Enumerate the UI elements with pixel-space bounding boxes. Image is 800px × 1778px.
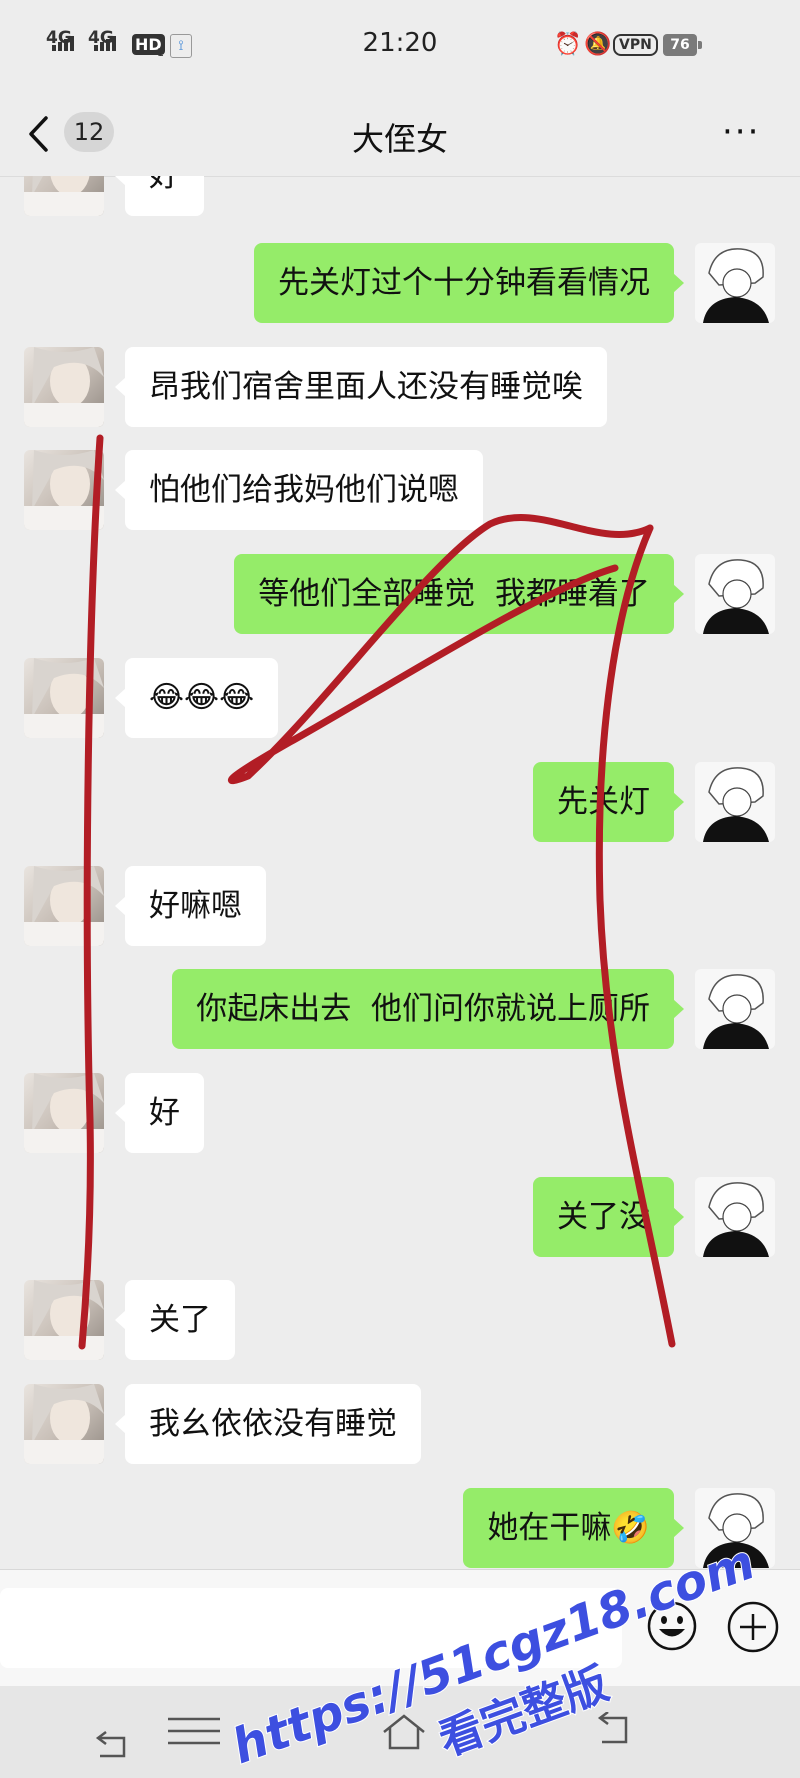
home-icon[interactable] <box>380 1712 428 1752</box>
user-avatar[interactable] <box>695 762 775 842</box>
back-nav-icon[interactable] <box>592 1712 632 1748</box>
user-avatar[interactable] <box>695 554 775 634</box>
contact-avatar[interactable] <box>24 1384 104 1464</box>
message-list[interactable]: 好 先关灯过个十分钟看看情况 昂我们宿舍里面人还没有睡觉唉 怕他们给我妈他们说嗯… <box>0 176 800 1569</box>
input-bar <box>0 1569 800 1687</box>
message-bubble[interactable]: 关了没 <box>533 1177 684 1257</box>
message-bubble[interactable]: 我幺依依没有睡觉 <box>115 1384 421 1464</box>
user-avatar[interactable] <box>695 969 775 1049</box>
message-bubble[interactable]: 好嘛嗯 <box>115 866 266 946</box>
user-avatar[interactable] <box>695 243 775 323</box>
message-bubble[interactable]: 昂我们宿舍里面人还没有睡觉唉 <box>115 347 607 427</box>
alarm-icon: ⏰ <box>554 32 582 57</box>
contact-avatar[interactable] <box>24 450 104 530</box>
message-bubble[interactable]: 关了 <box>115 1280 235 1360</box>
user-avatar[interactable] <box>695 1488 775 1568</box>
message-bubble[interactable]: 她在干嘛🤣 <box>463 1488 684 1568</box>
return-icon[interactable] <box>94 1730 134 1762</box>
message-bubble[interactable]: 先关灯 <box>533 762 684 842</box>
message-bubble[interactable]: 怕他们给我妈他们说嗯 <box>115 450 483 530</box>
contact-avatar[interactable] <box>24 347 104 427</box>
message-bubble[interactable]: 好 <box>115 176 204 216</box>
menu-icon[interactable] <box>168 1716 220 1746</box>
plus-button[interactable] <box>726 1600 780 1654</box>
contact-avatar[interactable] <box>24 176 104 216</box>
message-input[interactable] <box>0 1588 622 1668</box>
message-bubble[interactable]: 等他们全部睡觉 我都睡着了 <box>234 554 684 634</box>
user-avatar[interactable] <box>695 1177 775 1257</box>
battery-level: 76 <box>663 34 697 56</box>
more-options-button[interactable]: ··· <box>722 115 760 149</box>
emoji-button[interactable] <box>646 1600 698 1652</box>
battery-icon <box>698 41 702 49</box>
message-bubble[interactable]: 好 <box>115 1073 204 1153</box>
contact-avatar[interactable] <box>24 866 104 946</box>
chat-header: 12 大侄女 ··· <box>0 92 800 177</box>
message-bubble[interactable]: 😂😂😂 <box>114 658 279 738</box>
message-bubble[interactable]: 你起床出去 他们问你就说上厕所 <box>172 969 684 1049</box>
message-bubble[interactable]: 先关灯过个十分钟看看情况 <box>254 243 684 323</box>
vpn-badge: VPN <box>613 34 658 56</box>
system-navigation-bar <box>0 1686 800 1778</box>
contact-avatar[interactable] <box>24 1280 104 1360</box>
mute-bell-icon: 🔕 <box>584 32 612 57</box>
contact-avatar[interactable] <box>24 1073 104 1153</box>
status-bar: 4G 4G HD 1 ⟟ 21:20 ⏰ 🔕 VPN 76 <box>0 0 800 92</box>
contact-avatar[interactable] <box>24 658 104 738</box>
chat-title: 大侄女 <box>351 120 448 158</box>
